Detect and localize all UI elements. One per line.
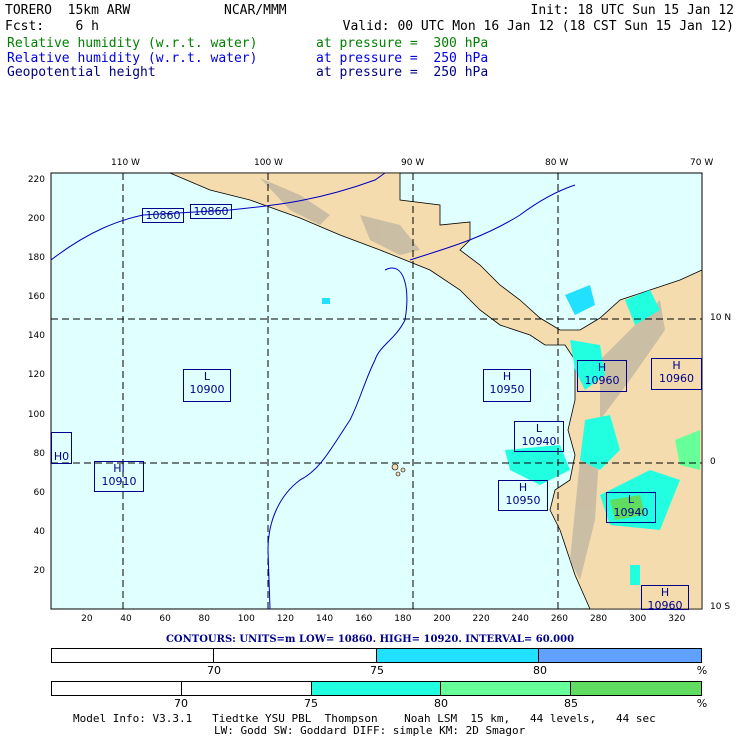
colorbar-label: %: [696, 664, 708, 677]
y-tick-label: 180: [27, 253, 45, 264]
pressure-center: L 10940: [514, 421, 564, 452]
colorbar-label: 80: [533, 664, 547, 677]
colorbar-label: 70: [207, 664, 221, 677]
y-tick-label: 20: [33, 565, 45, 576]
colorbar-label: %: [696, 697, 708, 710]
pressure-center: H 10960: [641, 585, 689, 610]
pressure-center: H 10950: [483, 369, 531, 402]
model-info-physics: LW: Godd SW: Goddard DIFF: simple KM: 2D…: [214, 724, 526, 737]
pressure-center: H 10950: [498, 480, 548, 511]
x-tick-label: 260: [550, 614, 568, 624]
x-tick-label: 100: [237, 614, 255, 624]
contour-label: 10860: [190, 204, 232, 219]
y-tick-label: 160: [27, 292, 45, 303]
colorbar-rh-250: [51, 648, 702, 663]
colorbar-label: 80: [434, 697, 448, 710]
y-tick-label: 120: [27, 370, 45, 381]
contours-info: CONTOURS: UNITS=m LOW= 10860. HIGH= 1092…: [165, 634, 575, 645]
colorbar-label: 70: [174, 697, 188, 710]
x-tick-label: 60: [159, 614, 171, 624]
y-tick-label: 200: [27, 214, 45, 224]
x-tick-label: 200: [433, 614, 451, 624]
lat-label: 10 N: [710, 313, 732, 323]
map-plot: [50, 172, 703, 610]
colorbar-label: 75: [304, 697, 318, 710]
y-tick-label: 220: [27, 174, 45, 185]
x-tick-label: 20: [81, 614, 93, 624]
pressure-center: HI 10910: [94, 461, 144, 492]
lat-label: 10 S: [710, 602, 731, 612]
pressure-center: L 10900: [183, 369, 231, 402]
contour-label: 10860: [142, 208, 184, 223]
pressure-center: H 10960: [577, 360, 627, 392]
x-tick-label: 240: [511, 614, 529, 624]
lat-label: 0: [710, 457, 716, 467]
lon-label: 80 W: [545, 158, 569, 168]
x-tick-label: 280: [589, 614, 608, 624]
y-tick-label: 140: [27, 331, 45, 342]
y-tick-label: 60: [33, 487, 45, 498]
pressure-center: H 10960: [651, 358, 702, 390]
y-tick-label: 100: [27, 409, 45, 420]
x-tick-label: 80: [198, 614, 210, 624]
weather-map-page: TORERO 15km ARW NCAR/MMM Init: 18 UTC Su…: [0, 0, 740, 740]
colorbar-rh-300: [51, 681, 702, 696]
x-tick-label: 320: [668, 614, 686, 624]
colorbar-label: 85: [564, 697, 578, 710]
x-tick-label: 160: [355, 614, 373, 624]
x-tick-label: 120: [276, 614, 295, 624]
pressure-center: H0: [51, 432, 72, 464]
colorbar-label: 75: [370, 664, 384, 677]
pressure-center: L 10940: [606, 492, 656, 523]
x-tick-label: 220: [472, 614, 490, 624]
lon-label: 70 W: [690, 158, 714, 168]
x-tick-label: 180: [394, 614, 412, 624]
lon-label: 90 W: [401, 158, 425, 168]
x-tick-label: 40: [120, 614, 132, 624]
lon-label: 100 W: [254, 158, 283, 168]
y-tick-label: 40: [33, 526, 45, 537]
x-tick-label: 300: [629, 614, 647, 624]
y-tick-label: 80: [33, 448, 45, 459]
x-tick-label: 140: [315, 614, 334, 624]
lon-label: 110 W: [111, 158, 140, 168]
